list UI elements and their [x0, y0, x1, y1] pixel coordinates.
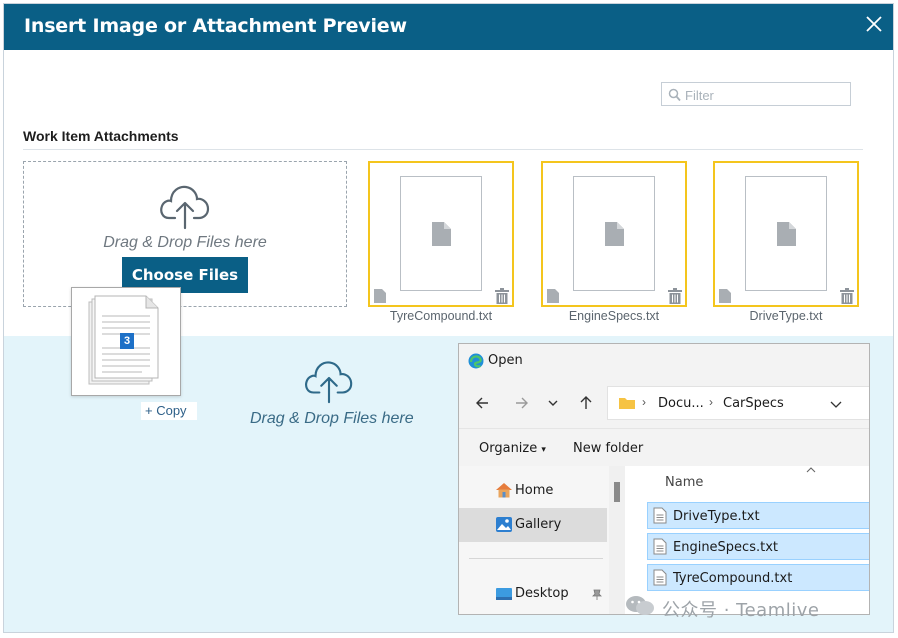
- chevron-down-icon[interactable]: [830, 399, 842, 409]
- desktop-icon: [496, 588, 512, 600]
- attachment-dialog: Insert Image or Attachment Preview Filte…: [3, 3, 894, 633]
- name-column-header[interactable]: Name: [665, 475, 703, 490]
- file-explorer-window: Open › Docu... › CarSpecs Organize ▾ New…: [458, 343, 870, 615]
- explorer-nav-pane: Home Gallery Desktop: [459, 466, 609, 614]
- search-icon: [668, 88, 681, 102]
- chevron-down-icon[interactable]: [547, 398, 559, 408]
- cloud-upload-icon: [160, 185, 210, 230]
- text-file-icon: [653, 569, 667, 586]
- file-drop-area[interactable]: Drag & Drop Files here Choose Files: [23, 161, 347, 307]
- file-type-icon: [547, 289, 559, 303]
- filter-input[interactable]: Filter: [661, 82, 851, 106]
- trash-icon[interactable]: [839, 288, 855, 305]
- nav-item-desktop[interactable]: Desktop: [459, 577, 607, 611]
- file-type-icon: [374, 289, 386, 303]
- attachment-card[interactable]: [713, 161, 859, 307]
- edge-icon: [468, 353, 484, 369]
- breadcrumb-item[interactable]: Docu...: [658, 396, 704, 411]
- copy-tooltip: + Copy: [141, 402, 197, 420]
- document-icon: [777, 222, 796, 246]
- document-icon: [432, 222, 451, 246]
- close-icon[interactable]: [863, 13, 885, 35]
- attachment-filename: DriveType.txt: [749, 309, 823, 323]
- drop-zone-text: Drag & Drop Files here: [250, 410, 414, 427]
- file-row[interactable]: TyreCompound.txt: [647, 564, 869, 591]
- scrollbar-thumb[interactable]: [614, 482, 620, 502]
- drop-text: Drag & Drop Files here: [103, 234, 267, 251]
- filter-placeholder: Filter: [685, 88, 714, 103]
- trash-icon[interactable]: [494, 288, 510, 305]
- new-folder-button[interactable]: New folder: [573, 441, 643, 456]
- attachment-filename: EngineSpecs.txt: [568, 309, 660, 323]
- explorer-nav-bar: › Docu... › CarSpecs: [459, 378, 869, 428]
- forward-arrow-icon[interactable]: [515, 396, 529, 410]
- drag-count-badge: 3: [124, 335, 131, 347]
- cloud-upload-icon: [305, 361, 353, 404]
- breadcrumb-item[interactable]: CarSpecs: [723, 396, 784, 411]
- trash-icon[interactable]: [667, 288, 683, 305]
- nav-scrollbar[interactable]: [609, 466, 625, 614]
- sort-chevron-icon[interactable]: [806, 466, 816, 473]
- pin-icon[interactable]: [592, 589, 602, 601]
- section-divider: [23, 149, 863, 150]
- back-arrow-icon[interactable]: [475, 396, 489, 410]
- wechat-icon: [626, 596, 654, 615]
- file-type-icon: [719, 289, 731, 303]
- home-icon: [496, 483, 512, 498]
- gallery-icon: [496, 517, 512, 532]
- text-file-icon: [653, 538, 667, 555]
- attachment-filename: TyreCompound.txt: [389, 309, 493, 323]
- file-row[interactable]: EngineSpecs.txt: [647, 533, 869, 560]
- watermark-text: 公众号 · Teamlive: [662, 600, 820, 621]
- drag-preview: 3: [71, 287, 181, 396]
- address-bar[interactable]: › Docu... › CarSpecs: [607, 386, 869, 420]
- section-title: Work Item Attachments: [23, 128, 179, 144]
- up-arrow-icon[interactable]: [579, 395, 593, 410]
- organize-menu[interactable]: Organize ▾: [479, 441, 546, 456]
- explorer-title-bar: Open: [459, 344, 869, 378]
- dialog-title-bar: Insert Image or Attachment Preview: [4, 4, 893, 50]
- attachment-card[interactable]: [541, 161, 687, 307]
- nav-item-gallery[interactable]: Gallery: [459, 508, 607, 542]
- explorer-title: Open: [488, 353, 523, 368]
- text-file-icon: [653, 507, 667, 524]
- folder-icon: [619, 398, 635, 409]
- attachment-card[interactable]: [368, 161, 514, 307]
- explorer-command-bar: Organize ▾ New folder: [459, 428, 869, 466]
- file-row[interactable]: DriveType.txt: [647, 502, 869, 529]
- dialog-title: Insert Image or Attachment Preview: [24, 15, 407, 37]
- nav-item-home[interactable]: Home: [459, 474, 607, 508]
- watermark: 公众号 · Teamlive: [624, 592, 884, 621]
- nav-divider: [469, 558, 603, 559]
- document-icon: [605, 222, 624, 246]
